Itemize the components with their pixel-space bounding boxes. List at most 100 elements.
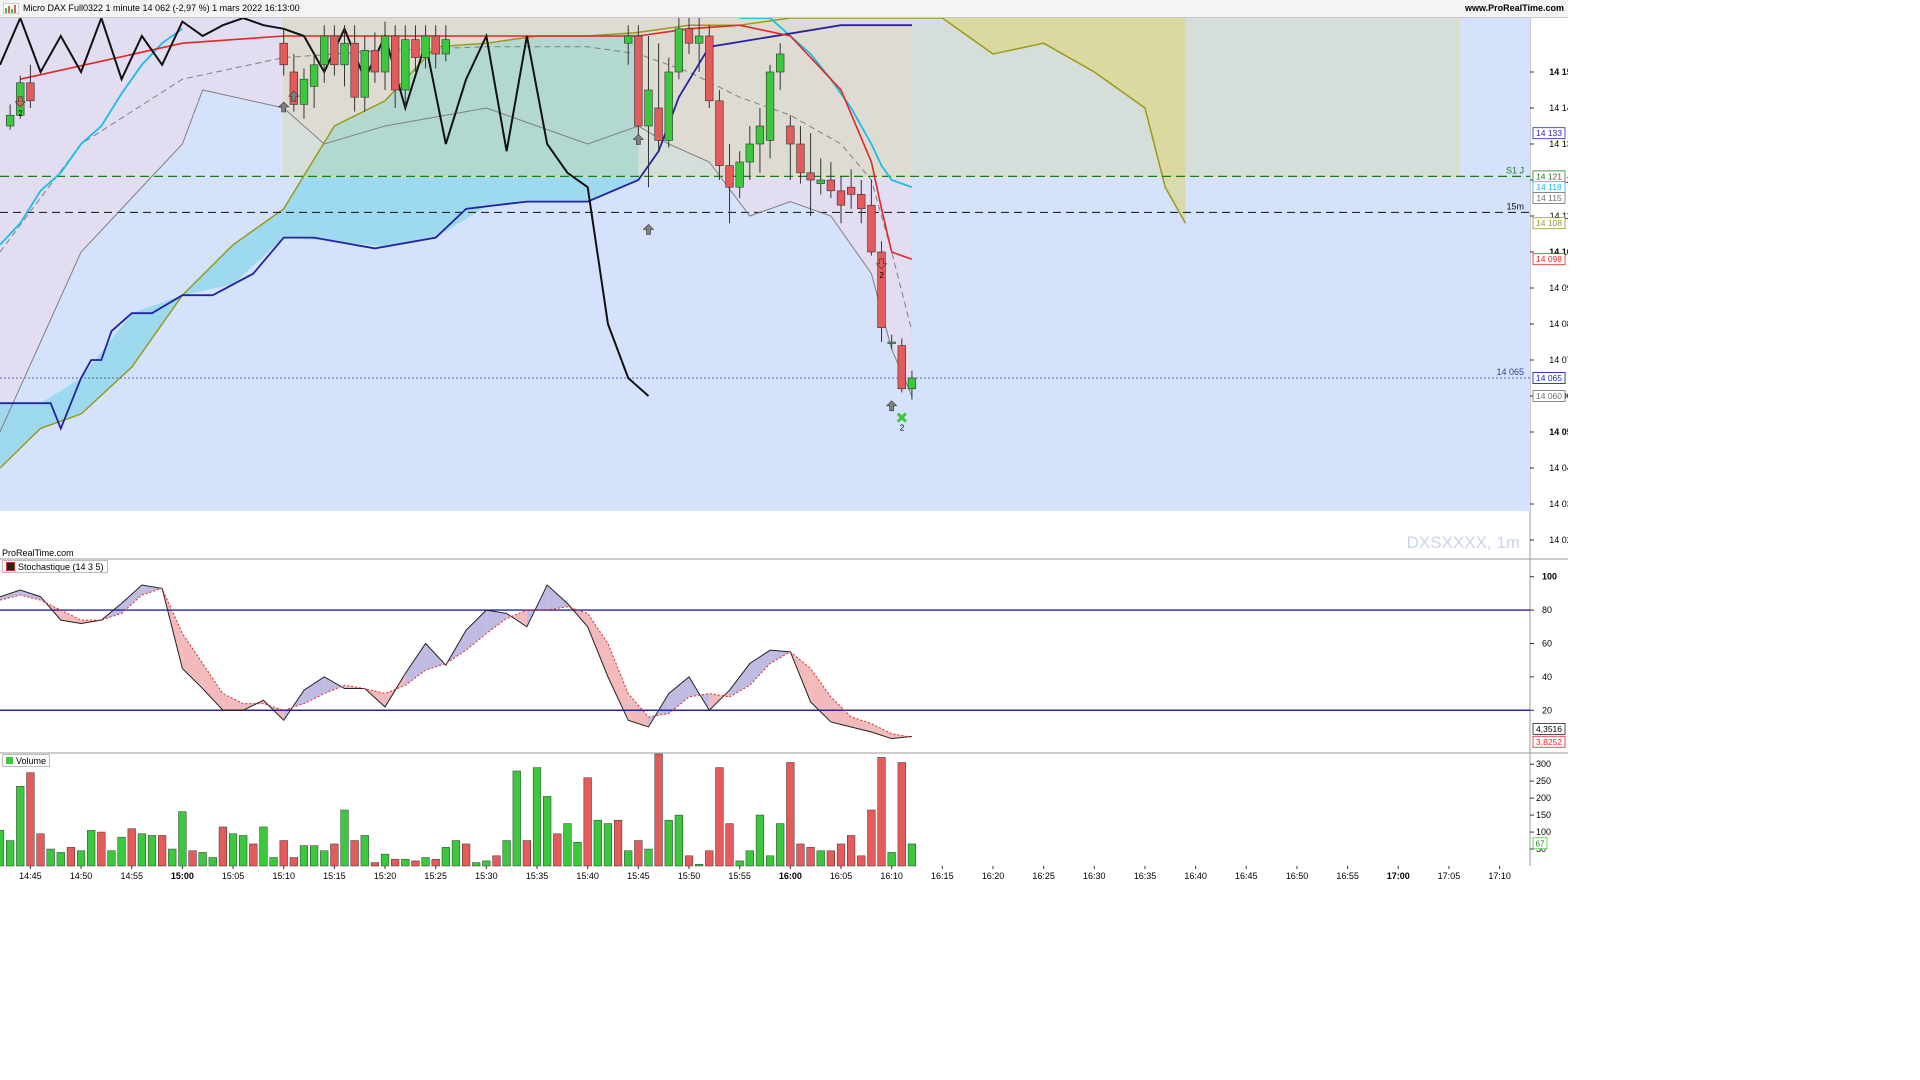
candle-body xyxy=(320,35,329,66)
volume-bar xyxy=(593,819,602,867)
volume-pane-label[interactable]: Volume xyxy=(2,754,51,767)
title-bar: Micro DAX Full0322 1 minute 14 062 (-2,9… xyxy=(0,0,1568,18)
volume-bar xyxy=(624,850,633,867)
price-label-text: 14 133 xyxy=(1536,128,1562,138)
y-tick-label: 250 xyxy=(1536,776,1551,786)
level-label: S1 J xyxy=(1506,165,1524,175)
y-tick-label: 14 070 xyxy=(1549,355,1568,365)
y-tick-label: 200 xyxy=(1536,793,1551,803)
y-tick-label: 20 xyxy=(1542,705,1552,715)
volume-bar xyxy=(310,845,319,867)
y-tick-label: 14 130 xyxy=(1549,139,1568,149)
source-credit: ProRealTime.com xyxy=(2,548,74,558)
x-tick-label: 16:05 xyxy=(830,871,853,881)
volume-bar xyxy=(755,814,765,867)
brand-link[interactable]: www.ProRealTime.com xyxy=(1465,3,1564,13)
y-tick-label: 14 150 xyxy=(1549,67,1568,77)
volume-bar xyxy=(289,857,298,867)
x-tick-label: 15:10 xyxy=(272,871,295,881)
volume-bar xyxy=(46,848,55,867)
volume-bar xyxy=(228,833,238,867)
candle-body xyxy=(644,89,653,127)
y-tick-label: 14 140 xyxy=(1549,103,1568,113)
candle xyxy=(705,25,714,108)
price-label-tag: 14 108 xyxy=(1532,217,1566,230)
volume-bar xyxy=(320,850,329,867)
price-label-tag: 14 118 xyxy=(1532,181,1566,194)
volume-bar xyxy=(715,767,724,867)
volume-bar xyxy=(137,833,146,867)
annotation-label: 2 xyxy=(880,271,885,280)
y-tick-label: 100 xyxy=(1536,827,1551,837)
volume-bar xyxy=(107,850,116,867)
volume-bar xyxy=(654,753,663,867)
volume-bar xyxy=(492,855,501,867)
price-label-text: 14 108 xyxy=(1536,218,1562,228)
volume-bar xyxy=(583,777,592,867)
volume-bar xyxy=(178,811,187,867)
x-tick-label: 17:00 xyxy=(1387,871,1410,881)
volume-bar xyxy=(907,843,917,867)
volume-bar xyxy=(502,840,511,867)
candle-body xyxy=(441,39,450,55)
volume-bar xyxy=(684,855,694,867)
candle-body xyxy=(330,35,339,66)
volume-pane-title: Volume xyxy=(16,755,47,766)
volume-bar xyxy=(765,855,775,867)
annotation-label: 2 xyxy=(18,109,23,118)
candle-body xyxy=(684,28,694,44)
candle-body xyxy=(5,114,15,127)
y-tick-label: 40 xyxy=(1542,672,1552,682)
volume-bar xyxy=(239,835,248,867)
volume-bar xyxy=(279,840,288,867)
volume-bar xyxy=(117,836,126,867)
y-tick-label: 60 xyxy=(1542,638,1552,648)
candle-body xyxy=(765,71,775,141)
volume-bar xyxy=(695,864,704,867)
x-tick-label: 16:10 xyxy=(880,871,903,881)
volume-bar xyxy=(370,862,380,867)
volume-bar xyxy=(836,843,846,867)
candle-body xyxy=(26,82,35,102)
x-tick-label: 16:30 xyxy=(1083,871,1106,881)
x-tick-label: 15:00 xyxy=(171,871,194,881)
stochastic-pane-label[interactable]: Stochastique (14 3 5) xyxy=(2,560,108,573)
candle xyxy=(634,25,643,141)
volume-bar xyxy=(56,852,65,867)
x-tick-label: 16:55 xyxy=(1336,871,1359,881)
volume-bar xyxy=(16,785,25,867)
candle-body xyxy=(654,107,663,141)
volume-bar xyxy=(208,857,217,867)
candle xyxy=(877,241,886,342)
candle-body xyxy=(664,71,673,141)
candle-body xyxy=(391,35,400,91)
volume-bar xyxy=(97,831,106,867)
price-label-tag: 14 115 xyxy=(1532,192,1566,204)
candle-body xyxy=(705,35,714,102)
candle-body xyxy=(634,35,643,127)
volume-bar xyxy=(350,840,359,867)
chart-app-icon xyxy=(3,3,19,14)
candle-body xyxy=(411,39,420,58)
volume-bar xyxy=(26,772,35,867)
volume-bar xyxy=(380,853,390,867)
volume-bar xyxy=(127,828,136,867)
candle-body xyxy=(370,50,380,73)
volume-bar xyxy=(218,826,228,867)
price-label-tag: 14 133 xyxy=(1532,127,1566,140)
volume-bar xyxy=(847,835,856,867)
stochastic-k-value: 4,3516 xyxy=(1536,724,1562,734)
volume-bar xyxy=(563,823,572,867)
x-tick-label: 14:55 xyxy=(120,871,143,881)
candle-body xyxy=(340,42,349,66)
candle-body xyxy=(816,179,825,184)
y-tick-label: 14 050 xyxy=(1549,427,1568,437)
volume-bar xyxy=(512,770,521,867)
volume-bar xyxy=(259,826,268,867)
x-tick-label: 15:40 xyxy=(576,871,599,881)
volume-bar xyxy=(745,850,754,867)
x-tick-label: 15:55 xyxy=(728,871,751,881)
x-tick-label: 15:25 xyxy=(424,871,447,881)
candle-body xyxy=(867,204,876,253)
volume-bar xyxy=(330,843,339,867)
